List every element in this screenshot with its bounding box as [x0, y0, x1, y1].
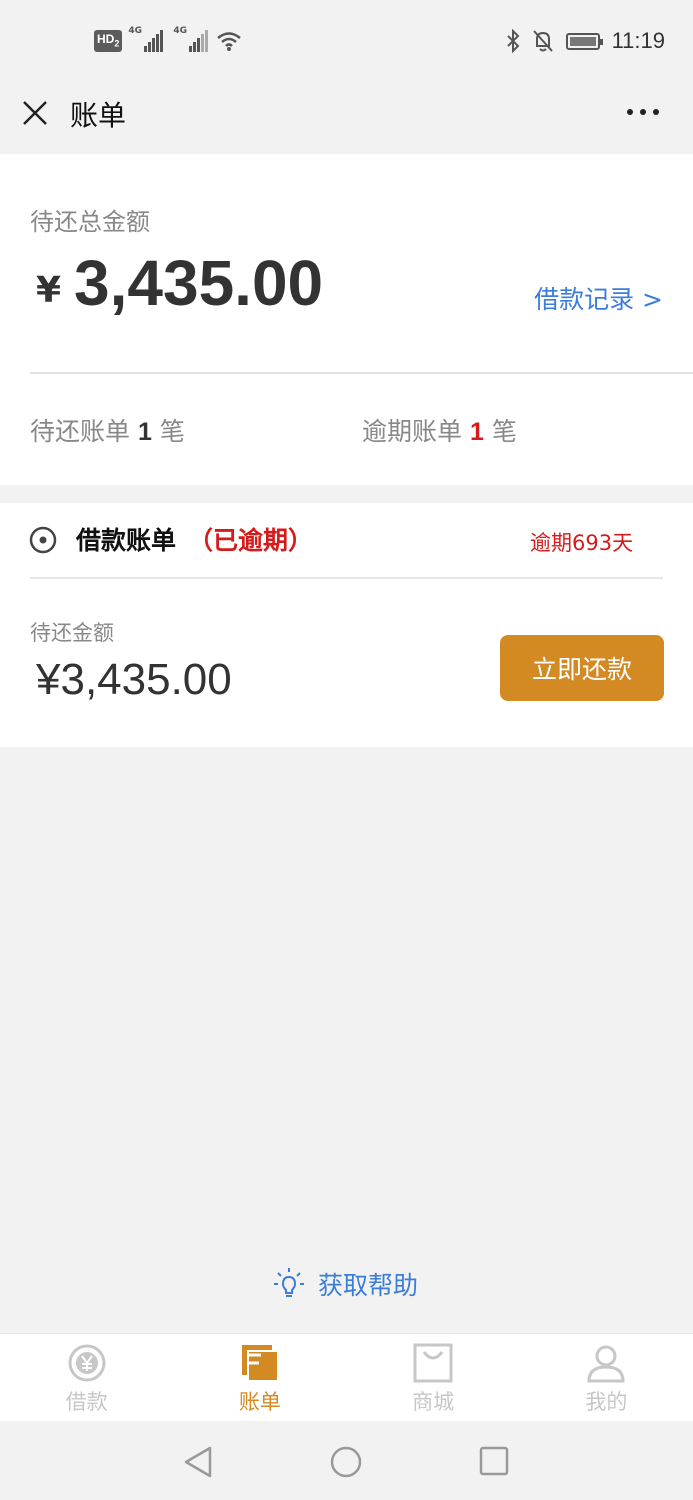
- tab-bill[interactable]: 账单: [173, 1334, 346, 1421]
- hd-voice-icon: HD2: [94, 30, 123, 53]
- mute-bell-icon: [532, 30, 553, 52]
- status-bar: HD2 4G 4G 11:19: [0, 0, 693, 84]
- total-due-amount: 3,435.00: [74, 247, 324, 319]
- yen-circle-icon: [68, 1344, 106, 1382]
- recent-apps-square-icon[interactable]: [478, 1445, 510, 1477]
- pending-bills-label: 待还账单: [30, 417, 131, 446]
- divider: [30, 577, 663, 579]
- system-nav-bar: [0, 1421, 693, 1500]
- bill-icon: [241, 1345, 279, 1382]
- signal-strength-icon-2: 4G: [173, 26, 209, 53]
- bill-status-badge: （已逾期）: [188, 526, 314, 555]
- bill-title: 借款账单: [76, 526, 177, 555]
- total-due-label: 待还总金额: [30, 208, 150, 236]
- pending-bills-unit: 笔: [159, 417, 185, 446]
- radio-circle-icon: [29, 526, 57, 554]
- currency-symbol: ¥: [36, 270, 62, 311]
- tab-loan-label: 借款: [65, 1390, 108, 1414]
- overdue-bills-unit: 笔: [491, 417, 517, 446]
- bill-card: 借款账单 （已逾期） 逾期693天 待还金额 ¥3,435.00 立即还款: [0, 503, 693, 747]
- tab-bill-label: 账单: [238, 1390, 281, 1414]
- signal-strength-icon: 4G: [128, 26, 164, 53]
- loan-record-link[interactable]: 借款记录 >: [534, 280, 663, 316]
- tab-mine-label: 我的: [585, 1390, 628, 1414]
- wifi-icon: [217, 32, 242, 52]
- home-circle-icon[interactable]: [329, 1445, 363, 1479]
- page-title: 账单: [70, 99, 127, 132]
- back-triangle-icon[interactable]: [182, 1445, 214, 1479]
- tab-loan[interactable]: 借款: [0, 1334, 173, 1421]
- status-time: 11:19: [611, 28, 665, 53]
- get-help-label: 获取帮助: [318, 1271, 419, 1300]
- repay-now-button[interactable]: 立即还款: [500, 635, 664, 701]
- pending-bills-count[interactable]: 待还账单 1 笔: [30, 412, 185, 448]
- overdue-bills-number: 1: [469, 418, 484, 446]
- shopping-bag-icon: [413, 1343, 453, 1383]
- due-amount-label: 待还金额: [30, 621, 114, 645]
- overdue-bills-count[interactable]: 逾期账单 1 笔: [362, 412, 517, 448]
- get-help-link[interactable]: 获取帮助: [274, 1266, 418, 1302]
- due-amount: ¥3,435.00: [36, 655, 232, 704]
- more-options-icon[interactable]: [627, 102, 663, 122]
- tab-mine[interactable]: 我的: [520, 1334, 693, 1421]
- close-icon[interactable]: [18, 96, 52, 130]
- summary-card: 待还总金额 ¥ 3,435.00 借款记录 > 待还账单 1 笔 逾期账单 1 …: [0, 154, 693, 485]
- battery-icon: [565, 32, 603, 50]
- person-icon: [587, 1345, 625, 1383]
- overdue-days: 逾期693天: [530, 531, 634, 555]
- overdue-bills-label: 逾期账单: [362, 417, 463, 446]
- tab-mall[interactable]: 商城: [347, 1334, 520, 1421]
- lightbulb-icon: [274, 1268, 304, 1297]
- pending-bills-number: 1: [137, 418, 152, 446]
- tab-mall-label: 商城: [412, 1390, 455, 1414]
- divider: [30, 372, 693, 374]
- bottom-tab-bar: 借款 账单 商城 我的: [0, 1333, 693, 1421]
- title-bar: 账单: [0, 84, 693, 154]
- bluetooth-icon: [506, 29, 519, 53]
